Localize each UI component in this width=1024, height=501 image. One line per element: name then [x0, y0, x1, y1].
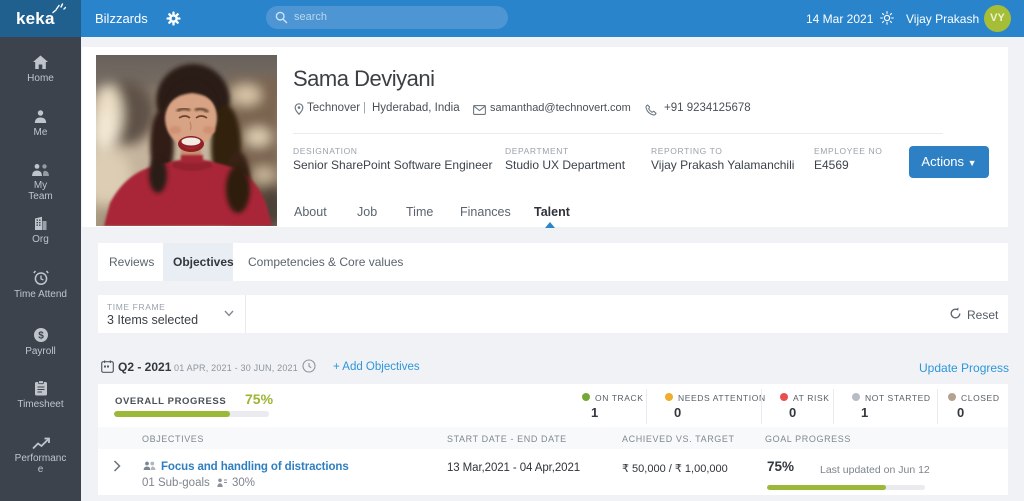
svg-text:$: $ [38, 331, 44, 342]
